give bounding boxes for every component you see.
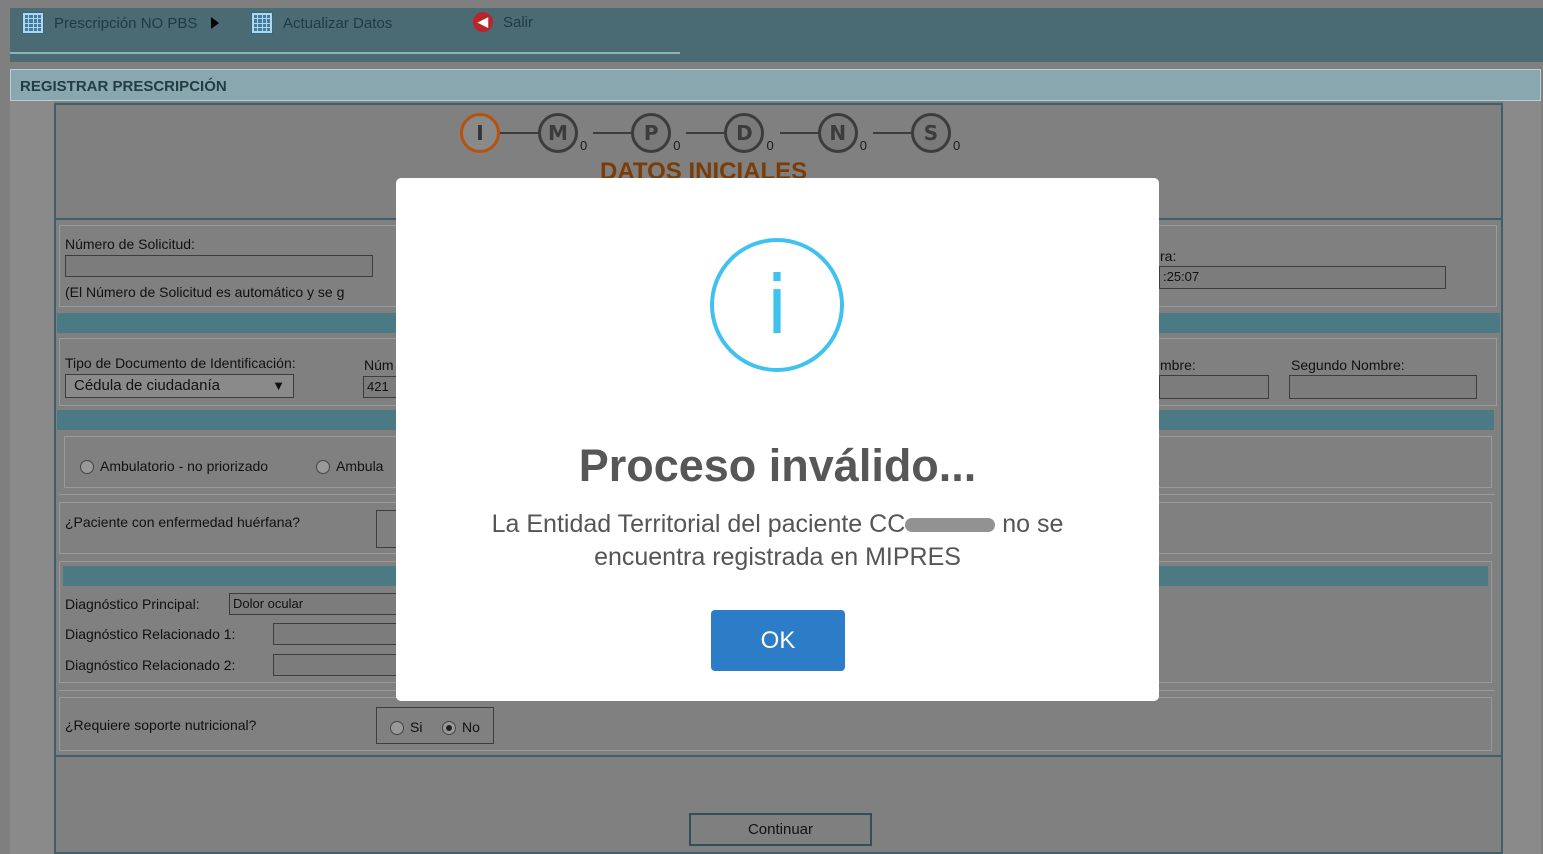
segundo-nombre-field[interactable]: [1289, 375, 1477, 399]
alert-dialog: i Proceso inválido... La Entidad Territo…: [396, 178, 1159, 701]
ambito-option-1[interactable]: Ambulatorio - no priorizado: [80, 458, 269, 475]
dialog-title: Proceso inválido...: [578, 440, 977, 491]
numero-solicitud-label: Número de Solicitud:: [65, 236, 195, 252]
step-dispositivos[interactable]: D: [724, 113, 765, 153]
ambito-option-2[interactable]: Ambula: [316, 458, 384, 475]
dialog-message: La Entidad Territorial del paciente CC n…: [436, 508, 1119, 574]
step-procedimientos[interactable]: P: [631, 113, 672, 153]
exit-icon: ◀: [473, 12, 493, 32]
step-connector: [593, 132, 632, 134]
fecha-label: ra:: [1160, 248, 1177, 264]
huerfana-label: ¿Paciente con enfermedad huérfana?: [65, 514, 301, 530]
tipo-doc-label: Tipo de Documento de Identificación:: [65, 355, 296, 371]
nav-actualizar-label: Actualizar Datos: [283, 14, 393, 32]
step-count: 0: [673, 137, 681, 153]
step-servicios[interactable]: S: [910, 113, 951, 153]
nav-prescripcion-item[interactable]: Prescripción NO PBS: [22, 12, 220, 34]
tipo-doc-select[interactable]: Cédula de ciudadanía ▼: [65, 374, 294, 398]
grid-menu-icon: [22, 12, 44, 34]
soporte-si-label: Si: [410, 719, 423, 735]
right-margin: [1503, 101, 1541, 854]
grid-menu-icon: [251, 12, 273, 34]
diag-rel1-field[interactable]: [273, 623, 399, 645]
numero-solicitud-field[interactable]: [65, 255, 373, 277]
primer-nombre-label: mbre:: [1160, 357, 1196, 373]
left-margin: [10, 101, 54, 854]
chevron-right-icon: [211, 17, 220, 29]
step-count: 0: [859, 137, 867, 153]
section-title: REGISTRAR PRESCRIPCIÓN: [20, 78, 227, 95]
ambito-option-2-label: Ambula: [336, 458, 384, 474]
dropdown-arrow-icon: ▼: [272, 378, 285, 393]
soporte-si-option[interactable]: Si: [390, 719, 423, 736]
nav-prescripcion-label: Prescripción NO PBS: [54, 14, 198, 32]
fecha-field: :25:07: [1159, 266, 1446, 289]
step-medicamentos[interactable]: M: [538, 113, 578, 153]
step-count: 0: [952, 137, 961, 153]
huerfana-options[interactable]: [376, 510, 398, 548]
footer-divider: [54, 755, 1503, 757]
numero-solicitud-note: (El Número de Solicitud es automático y …: [65, 284, 345, 300]
info-icon: i: [710, 238, 844, 372]
soporte-no-option[interactable]: No: [442, 719, 480, 736]
nav-actualizar-item[interactable]: Actualizar Datos: [251, 12, 392, 34]
diag-rel2-field[interactable]: [273, 654, 399, 676]
diag-rel2-label: Diagnóstico Relacionado 2:: [65, 657, 236, 673]
section-header: REGISTRAR PRESCRIPCIÓN: [10, 69, 1541, 101]
ambito-option-1-label: Ambulatorio - no priorizado: [100, 458, 269, 474]
step-indicator: I M 0 P 0 D 0 N 0 S 0: [460, 108, 960, 158]
radio-icon[interactable]: [316, 460, 330, 475]
dialog-message-start: La Entidad Territorial del paciente CC: [491, 510, 906, 538]
step-connector: [779, 132, 818, 134]
diag-principal-label: Diagnóstico Principal:: [65, 596, 200, 612]
primer-nombre-field[interactable]: [1159, 375, 1269, 399]
segundo-nombre-label: Segundo Nombre:: [1291, 357, 1405, 373]
step-count: 0: [580, 137, 588, 153]
step-connector: [872, 132, 911, 134]
continuar-button[interactable]: Continuar: [689, 813, 872, 846]
soporte-panel: [59, 697, 1492, 751]
tipo-doc-value: Cédula de ciudadanía: [74, 377, 220, 394]
radio-selected-icon[interactable]: [442, 721, 456, 736]
soporte-label: ¿Requiere soporte nutricional?: [65, 717, 257, 733]
step-count: 0: [766, 137, 774, 153]
numero-doc-label: Núm: [364, 357, 394, 373]
ok-button[interactable]: OK: [711, 610, 845, 671]
step-connector: [500, 132, 538, 134]
diag-rel1-label: Diagnóstico Relacionado 1:: [65, 626, 236, 642]
nav-salir-label: Salir: [503, 13, 534, 31]
step-connector: [686, 132, 725, 134]
step-nutricionales[interactable]: N: [817, 113, 858, 153]
nav-salir-item[interactable]: ◀ Salir: [473, 12, 533, 32]
radio-icon[interactable]: [80, 460, 94, 475]
step-initial[interactable]: I: [460, 113, 500, 153]
diag-principal-field[interactable]: Dolor ocular: [229, 593, 399, 615]
redacted-mask: [905, 518, 996, 533]
radio-icon[interactable]: [390, 721, 404, 736]
soporte-no-label: No: [462, 719, 480, 735]
nav-divider: [10, 52, 680, 54]
